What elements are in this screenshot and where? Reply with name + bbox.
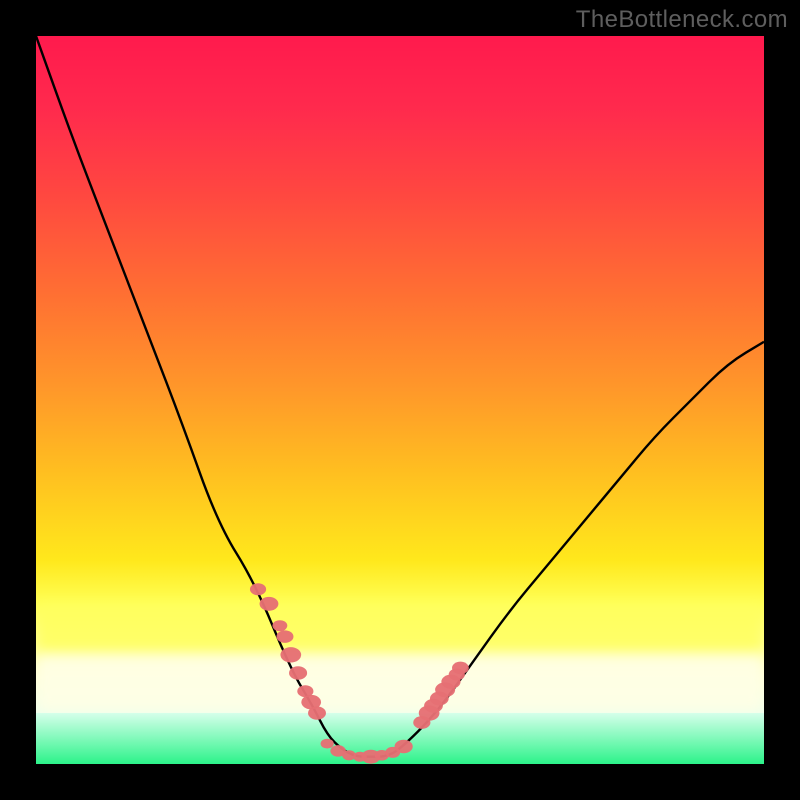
curve-marker bbox=[308, 706, 326, 719]
curve-marker bbox=[260, 597, 279, 611]
chart-plot-area bbox=[36, 36, 764, 764]
bottleneck-curve bbox=[36, 36, 764, 757]
curve-marker bbox=[250, 583, 266, 595]
curve-marker bbox=[452, 662, 469, 674]
chart-svg bbox=[36, 36, 764, 764]
curve-marker bbox=[277, 630, 294, 643]
curve-marker bbox=[289, 666, 307, 679]
watermark-text: TheBottleneck.com bbox=[576, 6, 788, 34]
curve-marker bbox=[321, 739, 334, 749]
curve-marker bbox=[272, 620, 287, 631]
curve-markers-right bbox=[413, 662, 469, 729]
curve-marker bbox=[395, 740, 413, 753]
curve-marker bbox=[280, 647, 301, 662]
curve-markers-left bbox=[250, 583, 326, 719]
